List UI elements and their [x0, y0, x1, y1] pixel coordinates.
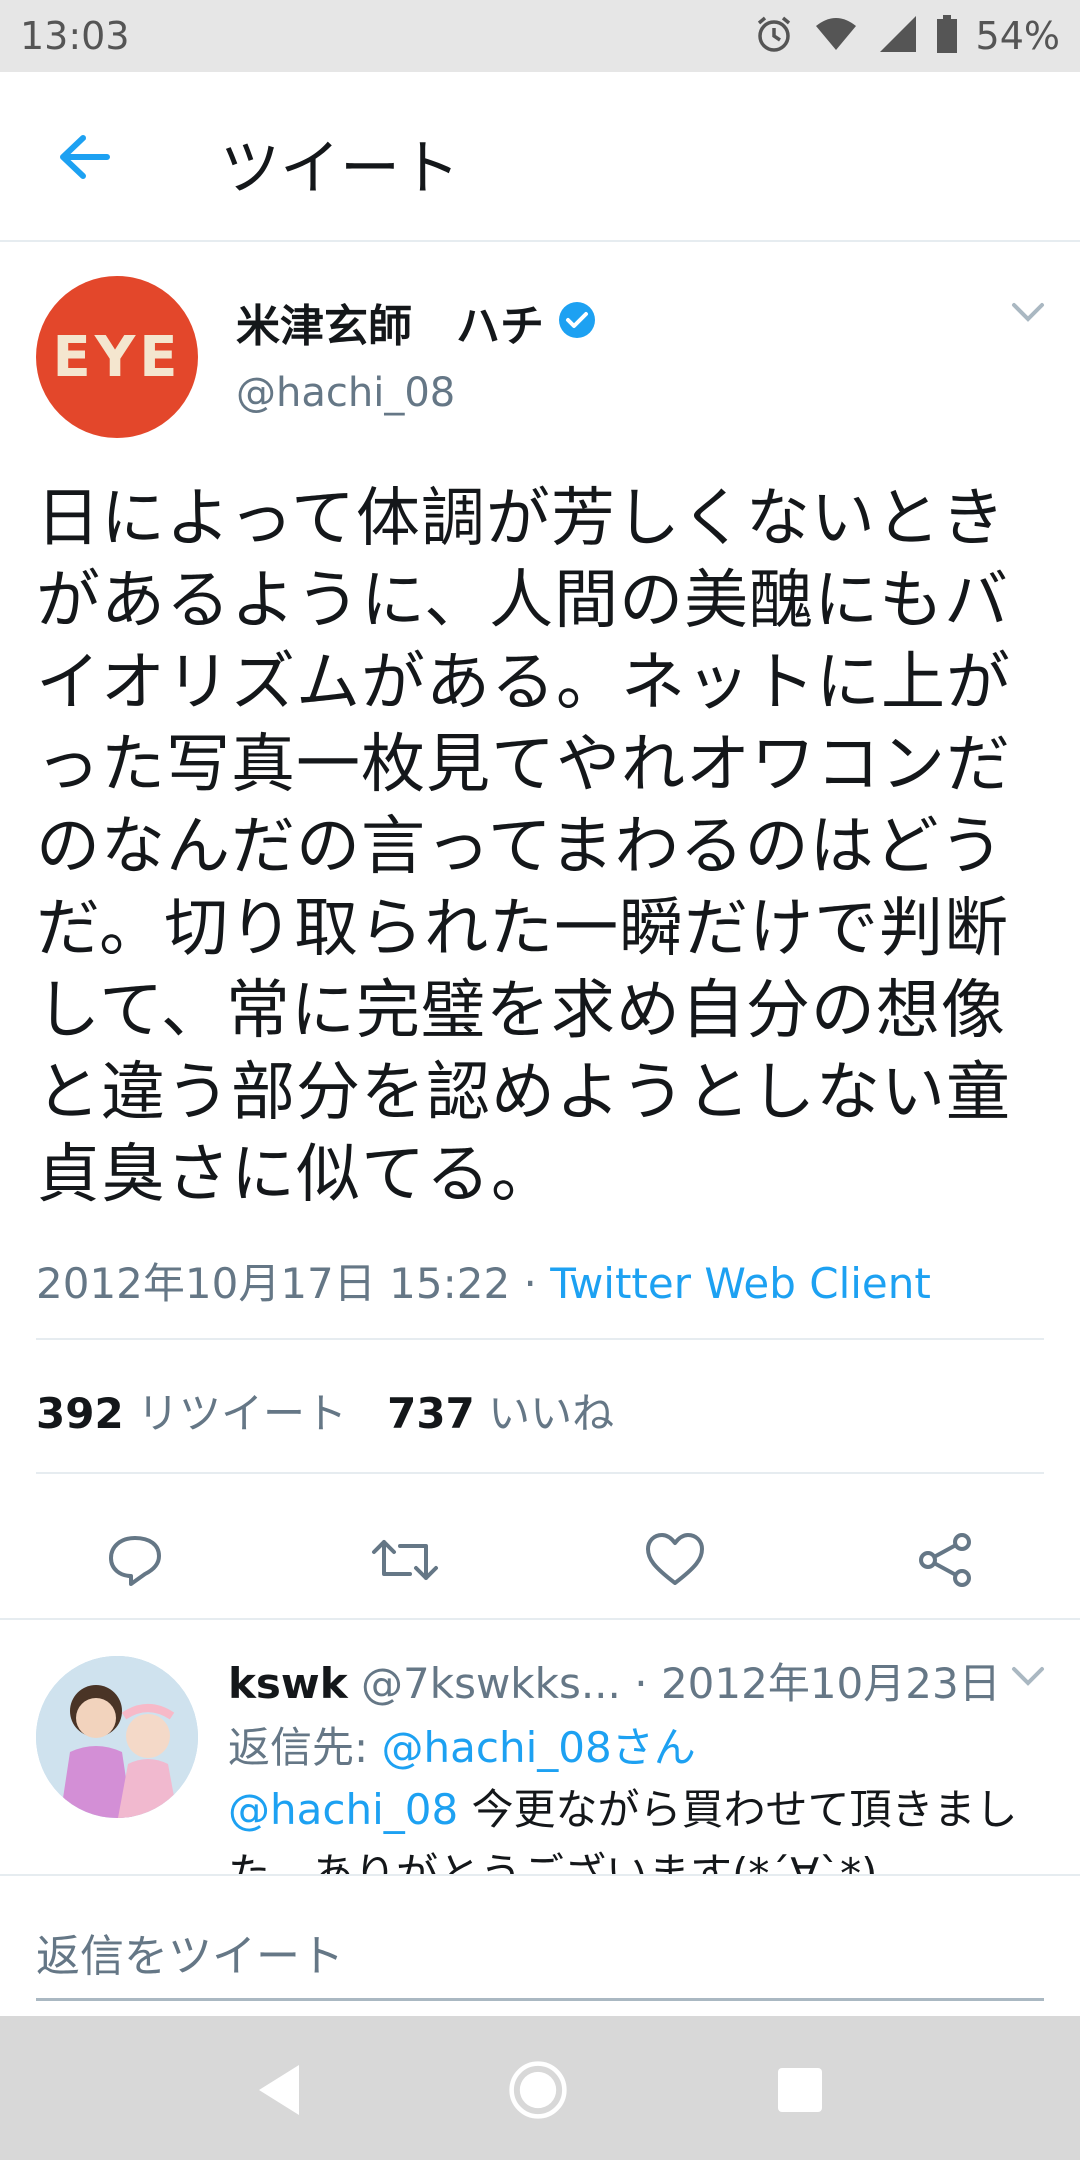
reply-author-name[interactable]: kswk	[228, 1659, 348, 1708]
tweet-text-line: して、常に完璧を求め自分の想像	[36, 974, 1006, 1048]
author-name[interactable]: 米津玄師 ハチ	[236, 290, 544, 354]
author-handle[interactable]: @hachi_08	[236, 370, 455, 416]
tweet-text: 日によって体調が芳しくないとき があるように、人間の美醜にもバ イオリズムがある…	[36, 478, 1046, 1216]
reply-button[interactable]	[100, 1525, 170, 1595]
like-count: 737	[387, 1389, 475, 1438]
reply-to-line: 返信先: @hachi_08さん	[228, 1714, 696, 1775]
arrow-left-icon	[60, 135, 110, 179]
chevron-down-icon	[1012, 1667, 1044, 1686]
reply-input[interactable]: 返信をツイート	[36, 1920, 344, 1984]
divider	[36, 1338, 1044, 1340]
meta-separator: ·	[510, 1259, 551, 1308]
tweet-menu-button[interactable]	[1010, 300, 1046, 328]
tweet-client-link[interactable]: Twitter Web Client	[550, 1259, 931, 1308]
system-nav-bar	[0, 2016, 1080, 2160]
triangle-back-icon	[259, 2065, 299, 2115]
reply-header: kswk @7kswkks... · 2012年10月23日	[228, 1650, 1001, 1711]
tweet-timestamp[interactable]: 2012年10月17日 15:22	[36, 1259, 510, 1308]
tweet-text-line: 日によって体調が芳しくないとき	[36, 482, 1006, 556]
tweet-text-line: と違う部分を認めようとしない童	[36, 1056, 1011, 1130]
divider	[36, 1472, 1044, 1474]
tweet-actions	[0, 1505, 1080, 1605]
retweet-icon	[372, 1540, 438, 1580]
status-bar: 13:03 54%	[0, 0, 1080, 72]
reply-mention[interactable]: @hachi_08	[228, 1785, 458, 1834]
alarm-icon	[754, 14, 794, 58]
status-icons: 54%	[754, 12, 1060, 60]
tweet-text-line: があるように、人間の美醜にもバ	[36, 564, 1010, 638]
share-button[interactable]	[910, 1525, 980, 1595]
like-icon	[646, 1533, 704, 1585]
app-header: ツイート	[0, 72, 1080, 242]
author-avatar[interactable]: EYE	[36, 276, 198, 438]
tweet-stats: 392 リツイート 737 いいね	[36, 1380, 614, 1441]
reply-author-handle[interactable]: @7kswkks...	[361, 1659, 621, 1708]
nav-recents-button[interactable]	[770, 2060, 830, 2120]
avatar-logo-text: EYE	[52, 324, 182, 390]
reply-text-line: た。ありがとうございます(*´∀`*)	[228, 1849, 878, 1874]
reply-icon	[109, 1536, 161, 1586]
tweet-text-line: のなんだの言ってまわるのはどう	[36, 810, 1005, 884]
like-button[interactable]	[640, 1525, 710, 1595]
reply-menu-button[interactable]	[1010, 1664, 1046, 1692]
chevron-down-icon	[1012, 303, 1044, 322]
nav-home-button[interactable]	[508, 2060, 568, 2120]
wifi-icon	[812, 14, 860, 58]
retweet-label: リツイート	[123, 1389, 348, 1438]
circle-home-icon	[509, 2061, 567, 2119]
battery-percentage: 54%	[975, 14, 1060, 58]
reply-text: @hachi_08 今更ながら買わせて頂きまし た。ありがとうございます(*´∀…	[228, 1778, 1048, 1874]
verified-badge-icon	[558, 301, 596, 343]
reply-avatar[interactable]	[36, 1656, 198, 1818]
tweet-meta: 2012年10月17日 15:22 · Twitter Web Client	[36, 1250, 931, 1311]
like-label: いいね	[474, 1389, 615, 1438]
input-underline	[36, 1998, 1044, 2001]
tweet-text-line: イオリズムがある。ネットに上が	[36, 646, 1011, 720]
battery-icon	[936, 14, 958, 58]
tweet-text-line: 貞臭さに似てる。	[36, 1138, 556, 1212]
square-recents-icon	[778, 2068, 822, 2112]
share-icon	[919, 1533, 971, 1587]
reply-text-line: @hachi_08 今更ながら買わせて頂きまし	[228, 1778, 1048, 1842]
page-title: ツイート	[220, 134, 460, 204]
status-time: 13:03	[20, 14, 130, 58]
signal-icon	[878, 14, 918, 58]
tweet-text-line: った写真一枚見てやれオワコンだ	[36, 728, 1011, 802]
reply-to-label: 返信先:	[228, 1723, 382, 1772]
reply-compose-bar: 返信をツイート	[0, 1874, 1080, 2018]
nav-back-button[interactable]	[250, 2060, 310, 2120]
author-name-row[interactable]: 米津玄師 ハチ	[236, 290, 596, 354]
tweet-text-line: だ。切り取られた一瞬だけで判断	[36, 892, 1010, 966]
reply-text-part: 今更ながら買わせて頂きまし	[458, 1785, 1018, 1834]
retweet-button[interactable]	[370, 1525, 440, 1595]
retweet-stat[interactable]: 392 リツイート	[36, 1389, 347, 1438]
reply-date[interactable]: · 2012年10月23日	[621, 1659, 1000, 1708]
section-divider	[0, 1618, 1080, 1620]
like-stat[interactable]: 737 いいね	[387, 1389, 614, 1438]
retweet-count: 392	[36, 1389, 124, 1438]
back-button[interactable]	[50, 122, 120, 192]
reply-to-handle[interactable]: @hachi_08さん	[382, 1723, 696, 1772]
